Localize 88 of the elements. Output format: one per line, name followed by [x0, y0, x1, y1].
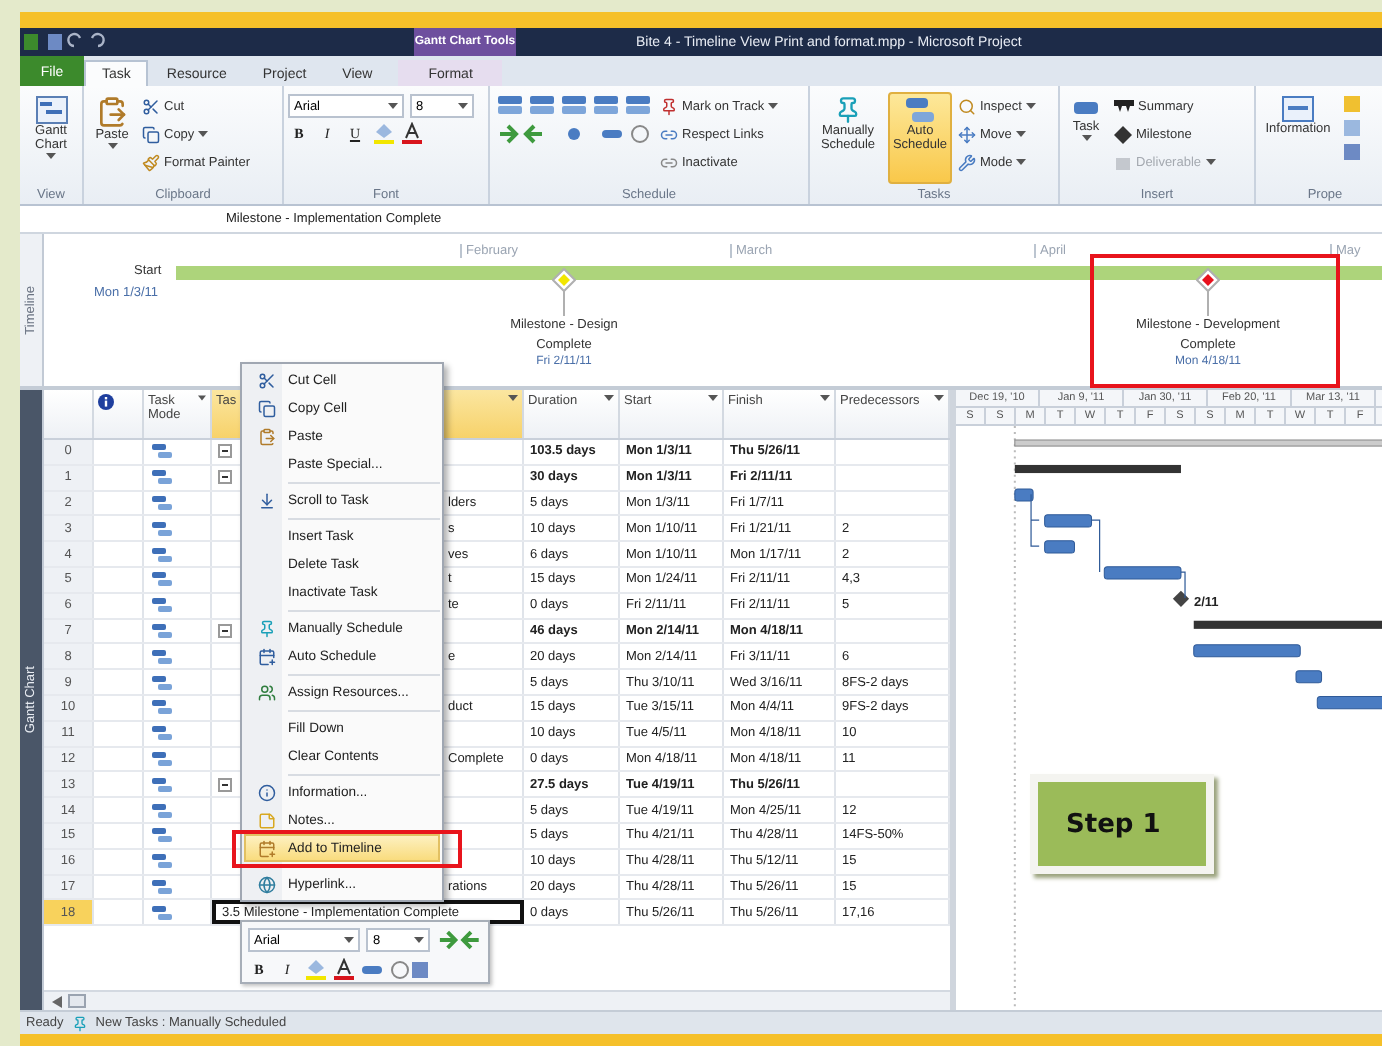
task-mode-icon: [150, 442, 174, 461]
milestone-marker: [1196, 268, 1220, 316]
globe-icon: [258, 875, 276, 893]
scroll-icon: [258, 491, 276, 509]
pin-icon: [660, 97, 678, 115]
collapse-icon[interactable]: [218, 444, 232, 459]
information-icon: [258, 783, 276, 801]
task-mode-icon: [150, 621, 174, 640]
caret-icon: [708, 394, 718, 402]
info-icon: [98, 394, 114, 410]
caret-icon: [1205, 158, 1216, 166]
task-mode-icon: [150, 724, 174, 743]
task-mode-icon: [150, 826, 174, 845]
caret-icon: [508, 394, 518, 402]
task-mode-icon: [150, 903, 174, 922]
task-mode-icon: [150, 647, 174, 666]
task-mode-icon: [150, 673, 174, 692]
properties-icons[interactable]: [1342, 94, 1362, 166]
milestone-marker: [552, 268, 576, 316]
information-window-icon: [1282, 96, 1314, 122]
deliverable-icon: [1114, 153, 1132, 171]
caret-icon: [46, 152, 56, 161]
paste-icon: [96, 96, 128, 128]
scissors-icon: [142, 97, 160, 115]
task-icon: [1072, 96, 1100, 120]
caret-icon: [1025, 102, 1036, 110]
fill-color-icon[interactable]: [372, 122, 396, 144]
task-mode-icon: [150, 698, 174, 717]
caret-icon: [198, 394, 206, 402]
task-mode-icon: [150, 749, 174, 768]
pin-icon: [834, 96, 862, 124]
collapse-icon[interactable]: [218, 623, 232, 638]
indent-arrows-icon[interactable]: [435, 930, 482, 950]
paintbrush-icon: [142, 153, 160, 171]
task-mode-icon: [150, 545, 174, 564]
caret-icon: [1081, 134, 1091, 143]
percent-complete-icons[interactable]: [494, 94, 654, 118]
copy-icon: [258, 399, 276, 417]
task-mode-icon: [150, 493, 174, 512]
summary-icon: [1114, 100, 1134, 112]
caret-icon: [768, 102, 779, 110]
font-color-icon[interactable]: [334, 958, 354, 980]
auto-schedule-icon: [904, 96, 936, 124]
copy-icon: [142, 125, 160, 143]
diamond-icon: [1114, 125, 1132, 143]
caret-icon: [820, 394, 830, 402]
task-mode-icon: [150, 775, 174, 794]
timeline-icon: [258, 839, 276, 857]
pin-icon: [258, 619, 276, 637]
caret-icon: [458, 102, 468, 110]
step-callout: Step 1: [1030, 774, 1214, 874]
caret-icon: [198, 130, 209, 138]
move-icon: [958, 125, 976, 143]
pin-icon: [71, 1015, 88, 1031]
task-mode-icon: [150, 570, 174, 589]
inspect-icon: [958, 97, 976, 115]
caret-icon: [1016, 158, 1027, 166]
link-icon: [660, 125, 678, 143]
caret-icon: [604, 394, 614, 402]
indent-link-icons[interactable]: [494, 122, 654, 146]
scroll-thumb[interactable]: [68, 994, 86, 1008]
scissors-icon: [258, 371, 276, 389]
task-mode-icon: [150, 877, 174, 896]
caret-icon: [107, 142, 117, 151]
calendar-icon: [258, 647, 276, 665]
paste-icon: [258, 427, 276, 445]
collapse-icon[interactable]: [218, 777, 232, 792]
unlink-icon: [660, 153, 678, 171]
task-mode-icon: [150, 852, 174, 871]
task-mode-icon: [150, 468, 174, 487]
task-mode-icon: [150, 596, 174, 615]
gantt-chart-icon: [35, 96, 67, 124]
font-color-icon[interactable]: [402, 122, 422, 144]
people-icon: [258, 683, 276, 701]
caret-icon: [1015, 130, 1026, 138]
caret-icon: [388, 102, 398, 110]
scroll-left-icon[interactable]: [52, 995, 62, 1007]
caret-icon: [344, 936, 355, 944]
link-icons[interactable]: [360, 959, 428, 979]
task-mode-icon: [150, 801, 174, 820]
collapse-icon[interactable]: [218, 470, 232, 485]
task-mode-icon: [150, 519, 174, 538]
mode-icon: [958, 153, 976, 171]
caret-icon: [934, 394, 944, 402]
caret-icon: [413, 936, 424, 944]
column-header[interactable]: [94, 390, 144, 438]
fill-color-icon[interactable]: [304, 958, 328, 980]
note-icon: [258, 811, 276, 829]
